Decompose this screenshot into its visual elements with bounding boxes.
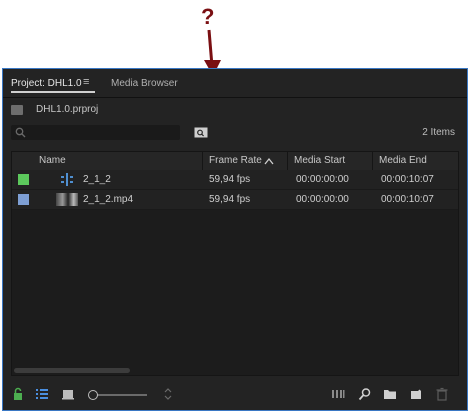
video-thumbnail: [56, 193, 78, 206]
item-name[interactable]: 2_1_2.mp4: [83, 194, 133, 205]
project-file-row: DHL1.0.prproj: [3, 99, 467, 121]
list-view-icon[interactable]: [35, 387, 49, 401]
item-count: 2 Items: [422, 127, 455, 138]
column-header-frame-rate[interactable]: Frame Rate: [209, 155, 262, 166]
sequence-icon: [61, 173, 73, 186]
new-bin-icon[interactable]: [383, 387, 397, 401]
column-header-media-start[interactable]: Media Start: [294, 155, 345, 166]
project-folder-icon: [11, 105, 23, 115]
search-input[interactable]: [11, 125, 180, 140]
label-color-swatch[interactable]: [18, 194, 29, 205]
item-media-end: 00:00:10:07: [381, 194, 434, 205]
item-media-start: 00:00:00:00: [296, 174, 349, 185]
tab-project[interactable]: Project: DHL1.0: [11, 78, 82, 89]
horizontal-scrollbar[interactable]: [14, 368, 130, 373]
item-media-start: 00:00:00:00: [296, 194, 349, 205]
zoom-slider[interactable]: [88, 390, 147, 400]
automate-to-sequence-icon[interactable]: [331, 387, 345, 401]
column-divider[interactable]: [287, 152, 288, 170]
column-header-name[interactable]: Name: [39, 155, 66, 166]
annotation-layer: ?: [0, 0, 474, 76]
new-item-icon[interactable]: [409, 387, 423, 401]
project-item-list: Name Frame Rate Media Start Media End 2_…: [11, 151, 459, 376]
item-frame-rate: 59,94 fps: [209, 174, 251, 185]
lock-icon[interactable]: [11, 387, 25, 401]
project-panel: Project: DHL1.0 ≡ Media Browser DHL1.0.p…: [2, 68, 468, 411]
active-tab-indicator: [11, 91, 95, 93]
find-in-folder-icon[interactable]: [194, 126, 208, 138]
sort-icons-icon[interactable]: [161, 387, 175, 401]
icon-view-icon[interactable]: [61, 387, 75, 401]
zoom-slider-knob[interactable]: [88, 390, 98, 400]
panel-menu-icon[interactable]: ≡: [83, 76, 89, 88]
item-frame-rate: 59,94 fps: [209, 194, 251, 205]
sort-ascending-icon[interactable]: [264, 157, 274, 165]
panel-footer-toolbar: [3, 380, 467, 410]
column-divider[interactable]: [202, 152, 203, 170]
tab-media-browser[interactable]: Media Browser: [111, 78, 178, 89]
trash-icon[interactable]: [435, 387, 449, 401]
table-row[interactable]: 2_1_2 59,94 fps 00:00:00:00 00:00:10:07: [12, 170, 458, 190]
column-divider[interactable]: [372, 152, 373, 170]
list-header: Name Frame Rate Media Start Media End: [12, 152, 458, 171]
item-media-end: 00:00:10:07: [381, 174, 434, 185]
find-icon[interactable]: [358, 387, 372, 401]
label-color-swatch[interactable]: [18, 174, 29, 185]
item-name[interactable]: 2_1_2: [83, 174, 111, 185]
column-header-media-end[interactable]: Media End: [379, 155, 427, 166]
project-file-name: DHL1.0.prproj: [36, 104, 99, 115]
panel-tab-bar: Project: DHL1.0 ≡ Media Browser: [3, 69, 467, 98]
table-row[interactable]: 2_1_2.mp4 59,94 fps 00:00:00:00 00:00:10…: [12, 190, 458, 210]
search-icon: [15, 127, 26, 138]
